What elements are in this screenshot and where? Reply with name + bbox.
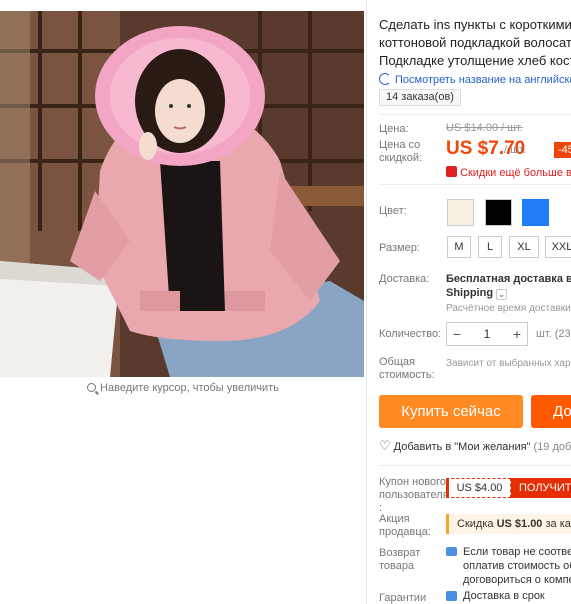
- returns-label: Возврат товара: [379, 547, 420, 573]
- return-policy-line: Если товар не соответс: [463, 546, 571, 558]
- divider-line: [379, 465, 571, 466]
- get-coupon-button[interactable]: ПОЛУЧИТ: [519, 478, 571, 498]
- coupon-label-line: Купон нового: [379, 476, 447, 488]
- divider-line: [379, 114, 571, 115]
- size-option-xl[interactable]: XL: [509, 236, 539, 258]
- quantity-label: Количество:: [379, 328, 442, 340]
- total-label: Общая стоимость:: [379, 356, 435, 382]
- quantity-plus-button[interactable]: +: [507, 323, 527, 345]
- add-to-wishlist-link[interactable]: ♡Добавить в "Мои желания" (19 добав: [379, 438, 571, 454]
- total-label-line: Общая: [379, 356, 415, 368]
- size-option-l[interactable]: L: [478, 236, 502, 258]
- quantity-input[interactable]: 1: [467, 323, 507, 345]
- delivery-estimate: Расчётное время доставки: [446, 303, 571, 314]
- product-title: Сделать ins пункты с короткими п коттоно…: [379, 16, 571, 70]
- product-info: Сделать ins пункты с короткими п коттоно…: [379, 0, 571, 604]
- size-option-xxl[interactable]: XXL: [545, 236, 571, 258]
- color-swatch-beige[interactable]: [447, 199, 474, 226]
- size-option-m[interactable]: M: [447, 236, 471, 258]
- title-line: Сделать ins пункты с короткими п: [379, 17, 571, 32]
- delivery-label: Доставка:: [379, 273, 430, 285]
- discount-badge: -45: [554, 142, 571, 158]
- delivery-method: Бесплатная доставка в Ru: [446, 273, 571, 285]
- color-swatch-black[interactable]: [485, 199, 512, 226]
- seller-promo-label-line: продавца:: [379, 526, 431, 538]
- total-value: Зависит от выбранных хар: [446, 358, 571, 369]
- title-line: коттоновой подкладкой волосать: [379, 35, 571, 50]
- wishlist-text: Добавить в "Мои желания": [393, 441, 531, 453]
- translate-link[interactable]: Посмотреть название на английско: [379, 71, 571, 86]
- discount-label-line: скидкой:: [379, 152, 423, 164]
- chevron-down-icon: ⌄: [496, 289, 508, 300]
- shipping-selector[interactable]: Shipping ⌄: [446, 287, 508, 300]
- heart-icon: ♡: [379, 438, 391, 453]
- returns-label-line: Возврат: [379, 547, 421, 559]
- seller-promo-prefix: Скидка: [457, 518, 497, 530]
- original-price: US $14.00 / шт.: [446, 122, 523, 134]
- translate-icon: [379, 73, 391, 85]
- discount-label-line: Цена со: [379, 139, 421, 151]
- seller-promo-suffix: за кажд: [545, 518, 571, 530]
- seller-promo-label-line: Акция: [379, 513, 410, 525]
- guarantee-label: Гарантии: [379, 592, 427, 604]
- price-unit: / шт.: [504, 144, 526, 156]
- title-line: Подкладке утолщение хлеб костю: [379, 53, 571, 68]
- promo-text: Скидки ещё больше в п: [460, 167, 571, 179]
- seller-promo-box: Скидка US $1.00 за кажд: [446, 514, 571, 534]
- guarantee-icon: [446, 591, 457, 601]
- quantity-available: шт. (238: [536, 328, 571, 340]
- product-photo: [0, 11, 364, 377]
- guarantee-text: Доставка в срок: [463, 590, 545, 602]
- image-panel: Наведите курсор, чтобы увеличить: [0, 0, 366, 604]
- color-label: Цвет:: [379, 205, 407, 217]
- translate-link-text: Посмотреть название на английско: [395, 74, 571, 86]
- new-user-coupon: US $4.00 ПОЛУЧИТ: [446, 478, 571, 498]
- orders-count-badge: 14 заказа(ов): [379, 89, 461, 106]
- vertical-divider: [366, 0, 367, 604]
- total-label-line: стоимость:: [379, 369, 435, 381]
- seller-promo-amount: US $1.00: [496, 518, 543, 530]
- product-image[interactable]: [0, 11, 364, 377]
- discount-price-label: Цена со скидкой:: [379, 139, 422, 165]
- coupon-amount: US $4.00: [446, 478, 511, 498]
- return-policy-line: оплатив стоимость обр: [463, 560, 571, 572]
- quantity-minus-button[interactable]: −: [447, 323, 467, 345]
- add-to-cart-button[interactable]: До: [531, 395, 571, 428]
- promo-tag-icon: [446, 166, 457, 177]
- return-policy-icon: [446, 547, 457, 556]
- returns-label-line: товара: [379, 560, 415, 572]
- promo-link[interactable]: Скидки ещё больше в п: [446, 165, 571, 179]
- return-policy-text: Если товар не соответс оплатив стоимость…: [463, 545, 571, 587]
- size-label: Размер:: [379, 242, 420, 254]
- price-label: Цена:: [379, 123, 409, 135]
- magnifier-icon: [87, 383, 97, 392]
- coupon-label: Купон нового пользователя :: [379, 476, 449, 515]
- wishlist-count: (19 добав: [533, 441, 571, 453]
- seller-promo-label: Акция продавца:: [379, 513, 431, 539]
- color-swatch-blue[interactable]: [522, 199, 549, 226]
- shipping-text: Shipping: [446, 287, 494, 299]
- divider-line: [379, 184, 571, 185]
- zoom-hint: Наведите курсор, чтобы увеличить: [0, 382, 366, 394]
- zoom-hint-text: Наведите курсор, чтобы увеличить: [100, 382, 279, 394]
- buy-now-button[interactable]: Купить сейчас: [379, 395, 523, 428]
- quantity-stepper: − 1 +: [446, 322, 528, 346]
- coupon-label-line: пользователя: [379, 489, 449, 501]
- return-policy-line: договориться о компен: [463, 574, 571, 586]
